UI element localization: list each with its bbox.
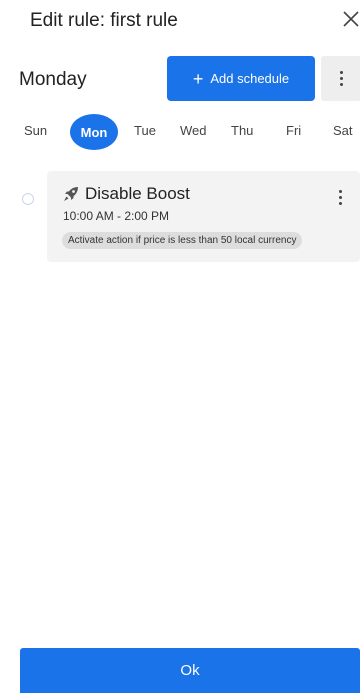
rule-select-radio[interactable] — [22, 193, 34, 205]
card-more-button[interactable] — [333, 187, 347, 207]
weekday-sun[interactable]: Sun — [24, 123, 47, 138]
weekday-wed[interactable]: Wed — [180, 123, 207, 138]
schedule-toolbar: Monday + Add schedule — [0, 56, 360, 102]
dialog-title: Edit rule: first rule — [30, 10, 178, 31]
schedule-more-button[interactable] — [321, 56, 360, 101]
weekday-tue[interactable]: Tue — [134, 123, 156, 138]
weekday-thu[interactable]: Thu — [231, 123, 253, 138]
schedule-card-title: Disable Boost — [85, 184, 190, 203]
rocket-icon — [64, 187, 78, 201]
schedule-card-title-row: Disable Boost — [63, 184, 190, 204]
more-vertical-icon — [338, 189, 342, 205]
close-button[interactable] — [341, 9, 360, 31]
ok-button[interactable]: Ok — [20, 648, 360, 693]
selected-day-title: Monday — [19, 69, 87, 90]
close-icon — [343, 11, 359, 27]
add-schedule-button[interactable]: + Add schedule — [167, 56, 315, 101]
add-schedule-label: Add schedule — [210, 71, 290, 86]
schedule-card[interactable]: Disable Boost 10:00 AM - 2:00 PM Activat… — [47, 171, 360, 262]
more-vertical-icon — [339, 71, 343, 86]
weekday-fri[interactable]: Fri — [286, 123, 301, 138]
plus-icon: + — [192, 68, 204, 89]
weekday-selector: Sun Mon Tue Wed Thu Fri Sat — [0, 114, 360, 150]
weekday-sat[interactable]: Sat — [333, 123, 353, 138]
condition-chip: Activate action if price is less than 50… — [62, 232, 303, 249]
schedule-card-time: 10:00 AM - 2:00 PM — [63, 209, 170, 223]
weekday-mon[interactable]: Mon — [70, 114, 118, 150]
dialog-header: Edit rule: first rule — [0, 0, 360, 44]
